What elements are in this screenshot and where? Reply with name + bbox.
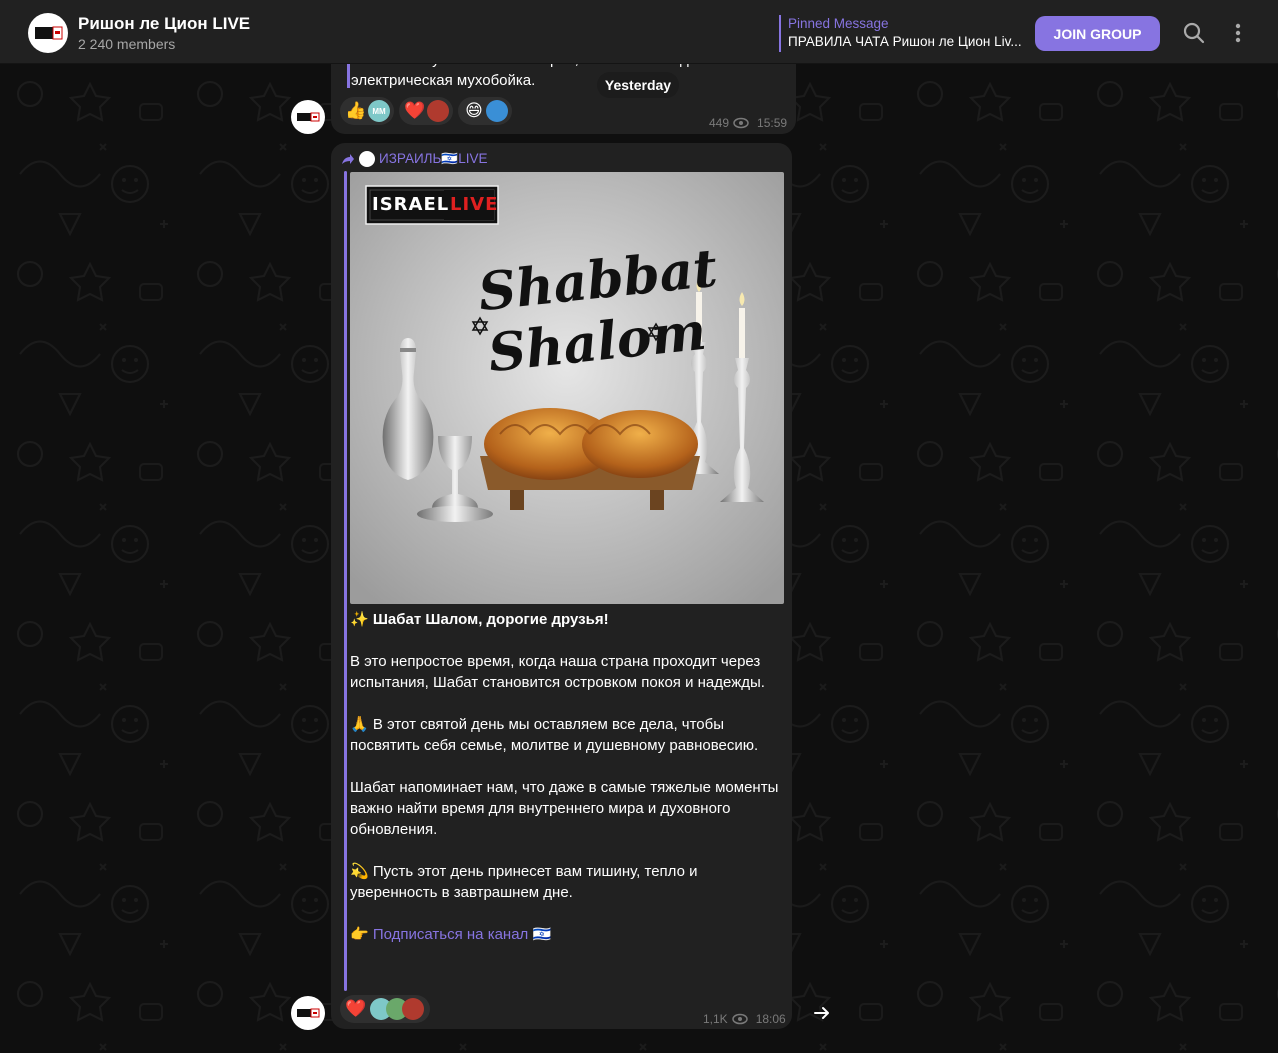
rishon-logo-icon — [35, 26, 63, 40]
sparkles-icon: ✨ — [350, 611, 369, 628]
reaction-heart[interactable]: ❤️ — [340, 995, 430, 1023]
reactor-avatar — [402, 998, 424, 1020]
reactor-avatar: MM — [368, 100, 390, 122]
sender-avatar[interactable] — [291, 996, 325, 1030]
more-vertical-icon — [1235, 23, 1241, 43]
chat-header: Ришон ле Цион LIVE 2 240 members Pinned … — [0, 0, 1278, 64]
telegram-app: Хотя ins не уничтожает комаров, в компле… — [0, 0, 1278, 1053]
group-title[interactable]: Ришон ле Цион LIVE — [78, 14, 250, 34]
views-count: 1,1K — [703, 1012, 728, 1026]
israel-live-logo-right: LIVE — [450, 194, 499, 215]
message-time: 18:06 — [755, 1012, 786, 1026]
dizzy-icon: 💫 — [350, 863, 369, 880]
eye-icon — [733, 117, 749, 129]
grin-icon: 😄 — [465, 101, 483, 120]
post-paragraph-2: В этот святой день мы оставляем все дела… — [350, 716, 759, 754]
pinned-text: ПРАВИЛА ЧАТА Ришон ле Цион Liv... — [788, 34, 1022, 49]
arrow-right-icon — [814, 1007, 829, 1019]
message-text: электрическая мухобойка. — [351, 72, 536, 89]
date-divider: Yesterday — [597, 72, 679, 98]
israel-flag-icon: 🇮🇱 — [532, 926, 552, 943]
heart-icon: ❤️ — [345, 999, 367, 1018]
join-group-button[interactable]: JOIN GROUP — [1035, 16, 1160, 51]
post-paragraph-3: Шабат напоминает нам, что даже в самые т… — [350, 779, 779, 838]
message-meta: 449 15:59 — [709, 116, 787, 130]
post-reactions-row: ❤️ — [340, 995, 430, 1023]
reactor-avatar — [427, 100, 449, 122]
heart-icon: ❤️ — [404, 101, 426, 120]
message-time: 15:59 — [757, 116, 788, 130]
channel-avatar — [359, 151, 375, 167]
post-text: ✨ Шабат Шалом, дорогие друзья! В это неп… — [350, 609, 780, 966]
post-meta: 1,1K 18:06 — [703, 1012, 786, 1026]
quote-bar — [344, 171, 347, 991]
post-paragraph-4: Пусть этот день принесет вам тишину, теп… — [350, 863, 698, 901]
group-avatar[interactable] — [28, 13, 68, 53]
subscribe-link[interactable]: Подписаться на канал — [373, 926, 528, 943]
shabbat-photo-illustration — [350, 172, 784, 604]
member-count: 2 240 members — [78, 36, 176, 52]
search-button[interactable] — [1181, 20, 1207, 46]
pointing-hand-icon: 👉 — [350, 926, 369, 943]
reactions-row: 👍 MM ❤️ 😄 — [340, 97, 512, 125]
post-paragraph-1: В это непростое время, когда наша страна… — [350, 653, 765, 691]
israel-live-logo-left: ISRAEL — [372, 194, 450, 215]
bot-live-logo-icon — [297, 1008, 320, 1018]
sender-avatar[interactable] — [291, 100, 325, 134]
thumbs-up-icon: 👍 — [345, 101, 367, 120]
pinned-label: Pinned Message — [788, 16, 889, 31]
share-button[interactable] — [806, 997, 838, 1029]
more-menu-button[interactable] — [1225, 20, 1251, 46]
reaction-heart[interactable]: ❤️ — [399, 97, 453, 125]
rishon-logo-icon — [297, 112, 320, 122]
eye-icon — [731, 1013, 748, 1025]
search-icon — [1183, 22, 1205, 44]
pray-icon: 🙏 — [350, 716, 369, 733]
post-heading: Шабат Шалом, дорогие друзья! — [372, 611, 609, 628]
forwarded-from[interactable]: ИЗРАИЛЬ🇮🇱LIVE — [341, 151, 487, 167]
reactor-avatar — [486, 100, 508, 122]
post-photo[interactable]: ISRAEL LIVE Shabbat Shalom — [350, 172, 784, 604]
forwarded-channel-name: ИЗРАИЛЬ🇮🇱LIVE — [379, 151, 488, 166]
forward-arrow-icon — [342, 154, 354, 164]
reaction-thumbs-up[interactable]: 👍 MM — [340, 97, 394, 125]
views-count: 449 — [709, 116, 730, 130]
pinned-message[interactable]: Pinned Message ПРАВИЛА ЧАТА Ришон ле Цио… — [779, 15, 1029, 52]
reaction-grin[interactable]: 😄 — [458, 97, 512, 125]
forwarded-post-bubble: ИЗРАИЛЬ🇮🇱LIVE ISRAEL LIVE Shabbat Shalom… — [331, 143, 792, 1029]
